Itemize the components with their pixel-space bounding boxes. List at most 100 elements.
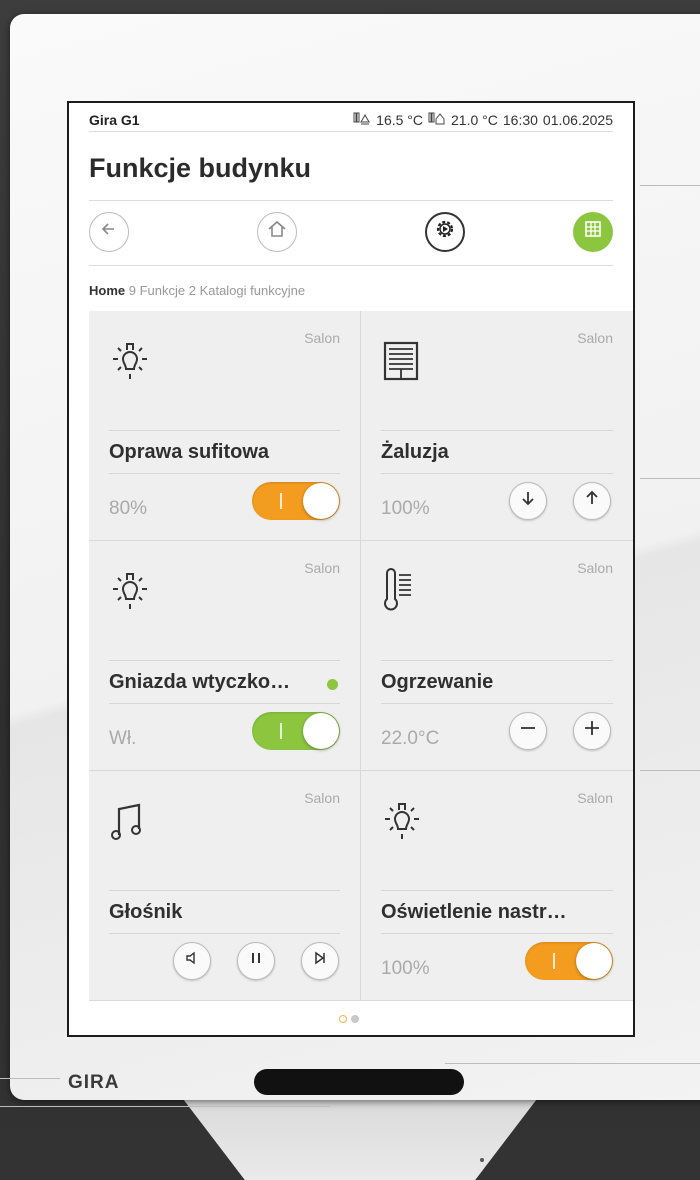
tile-heating[interactable]: Salon Ogrzewanie 22.0°C: [361, 541, 633, 771]
breadcrumb: Home 9 Funkcje 2 Katalogi funkcyjne: [89, 283, 305, 298]
power-toggle[interactable]: [252, 712, 340, 750]
touch-screen: Gira G1 16.5 °C 21.0 °C 16:30 01.06.2025…: [67, 101, 635, 1037]
tile-sockets[interactable]: Salon Gniazda wtyczko… Wł.: [89, 541, 361, 771]
divider: [381, 890, 613, 891]
navigation-bar: [89, 209, 613, 259]
leader-line: [445, 1063, 700, 1064]
room-label: Salon: [577, 560, 613, 576]
divider: [89, 265, 613, 266]
divider: [89, 200, 613, 201]
tile-view-button[interactable]: [573, 212, 613, 252]
room-label: Salon: [577, 790, 613, 806]
arrow-left-icon: [99, 219, 119, 245]
divider: [381, 430, 613, 431]
tile-mood-lighting[interactable]: Salon Oświetlenie nastr… 100%: [361, 771, 633, 1001]
toggle-on-mark: [280, 493, 282, 509]
divider: [381, 703, 613, 704]
room-label: Salon: [304, 560, 340, 576]
thermometer-outdoor-icon: [353, 112, 371, 128]
gira-logo: GIRA: [68, 1072, 120, 1093]
leader-line: [0, 1106, 330, 1107]
status-bar: Gira G1 16.5 °C 21.0 °C 16:30 01.06.2025: [89, 109, 613, 132]
temperature-increase-button[interactable]: [573, 712, 611, 750]
tile-ceiling-light[interactable]: Salon Oprawa sufitowa 80%: [89, 311, 361, 541]
function-value: 100%: [381, 958, 430, 979]
gear-play-icon: [433, 217, 457, 247]
minus-icon: [518, 718, 538, 744]
stand-screw: [480, 1158, 484, 1162]
pause-icon: [248, 950, 264, 972]
scenes-button[interactable]: [425, 212, 465, 252]
clock-time: 16:30: [502, 112, 538, 128]
blind-down-button[interactable]: [509, 482, 547, 520]
next-track-button[interactable]: [301, 942, 339, 980]
room-label: Salon: [577, 330, 613, 346]
function-value: 22.0°C: [381, 728, 440, 749]
power-toggle[interactable]: [252, 482, 340, 520]
outdoor-temperature: 16.5 °C: [376, 112, 424, 128]
temperature-decrease-button[interactable]: [509, 712, 547, 750]
speaker-mute-icon: [184, 950, 200, 972]
toggle-knob: [303, 713, 339, 749]
skip-next-icon: [312, 950, 328, 972]
function-value: 100%: [381, 498, 430, 519]
function-name: Żaluzja: [381, 441, 449, 463]
room-label: Salon: [304, 330, 340, 346]
blind-icon: [381, 337, 423, 385]
divider: [109, 430, 340, 431]
divider: [109, 933, 340, 934]
arrow-down-icon: [519, 489, 537, 513]
function-name: Ogrzewanie: [381, 671, 494, 693]
bulb-icon: [381, 797, 423, 845]
home-button[interactable]: [257, 212, 297, 252]
proximity-sensor-bar: [254, 1069, 464, 1095]
toggle-on-mark: [553, 953, 555, 969]
thermometer-icon: [381, 567, 423, 615]
leader-line: [640, 478, 700, 479]
tile-speaker[interactable]: Salon Głośnik: [89, 771, 361, 1001]
room-label: Salon: [304, 790, 340, 806]
plus-icon: [582, 718, 602, 744]
function-name: Gniazda wtyczko…: [109, 671, 291, 693]
device-name: Gira G1: [89, 112, 140, 128]
power-toggle[interactable]: [525, 942, 613, 980]
status-indicator-dot: [327, 679, 338, 690]
breadcrumb-home[interactable]: Home: [89, 283, 125, 298]
leader-line: [0, 1078, 60, 1079]
page-dot-active[interactable]: [339, 1015, 347, 1023]
back-button[interactable]: [89, 212, 129, 252]
page-title: Funkcje budynku: [89, 153, 312, 183]
page-dot[interactable]: [351, 1015, 359, 1023]
indoor-temperature: 21.0 °C: [451, 112, 498, 128]
function-name: Oświetlenie nastr…: [381, 901, 567, 923]
page-indicator[interactable]: [339, 1015, 359, 1023]
bulb-icon: [109, 337, 151, 385]
clock-date: 01.06.2025: [542, 112, 613, 128]
toggle-on-mark: [280, 723, 282, 739]
tile-blind[interactable]: Salon Żaluzja 100%: [361, 311, 633, 541]
function-name: Głośnik: [109, 901, 183, 923]
status-values: 16.5 °C 21.0 °C 16:30 01.06.2025: [353, 112, 613, 128]
mute-button[interactable]: [173, 942, 211, 980]
grid-icon: [584, 220, 602, 244]
home-icon: [266, 219, 288, 245]
toggle-knob: [576, 943, 612, 979]
divider: [109, 660, 340, 661]
toggle-knob: [303, 483, 339, 519]
blind-up-button[interactable]: [573, 482, 611, 520]
bulb-icon: [109, 567, 151, 615]
divider: [381, 660, 613, 661]
function-value: 80%: [109, 498, 148, 519]
arrow-up-icon: [583, 489, 601, 513]
function-name: Oprawa sufitowa: [109, 441, 270, 463]
function-tile-grid: Salon Oprawa sufitowa 80% Salon Żaluzja …: [89, 311, 633, 1001]
divider: [109, 890, 340, 891]
divider: [109, 703, 340, 704]
divider: [109, 473, 340, 474]
music-note-icon: [109, 797, 151, 845]
leader-line: [640, 770, 700, 771]
function-value: Wł.: [109, 728, 137, 749]
breadcrumb-path[interactable]: 9 Funkcje 2 Katalogi funkcyjne: [129, 283, 305, 298]
divider: [381, 473, 613, 474]
pause-button[interactable]: [237, 942, 275, 980]
